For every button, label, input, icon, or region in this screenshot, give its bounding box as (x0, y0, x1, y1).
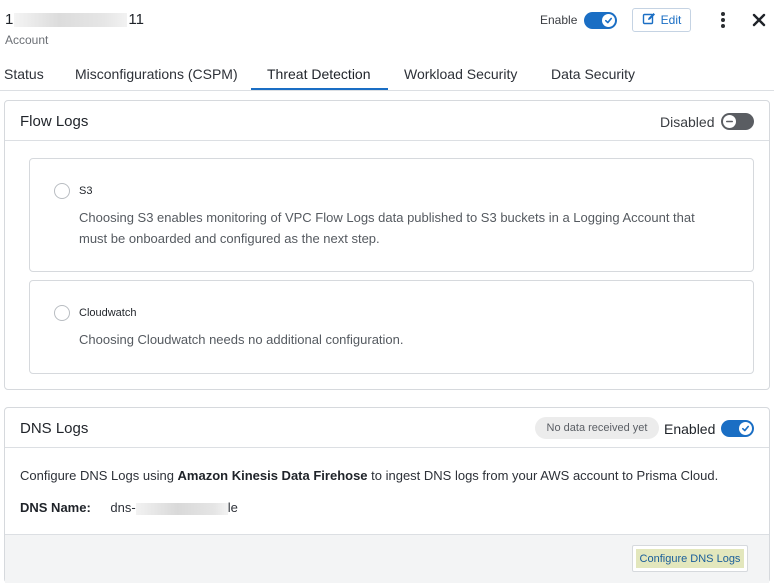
more-options-icon[interactable] (717, 10, 729, 30)
flow-logs-title: Flow Logs (20, 113, 89, 130)
flow-logs-card: Flow Logs Disabled S3 Choosing S3 enable… (4, 100, 770, 390)
tab-threat-detection[interactable]: Threat Detection (267, 66, 371, 82)
tab-bar: Status Misconfigurations (CSPM) Threat D… (0, 57, 774, 91)
account-id-suffix: 11 (128, 11, 144, 28)
toggle-check-icon (602, 14, 615, 27)
dns-desc-service: Amazon Kinesis Data Firehose (177, 468, 368, 483)
flow-logs-option-s3[interactable]: S3 Choosing S3 enables monitoring of VPC… (29, 158, 754, 272)
flow-logs-status-label: Disabled (660, 114, 715, 130)
dns-name-label: DNS Name: (20, 500, 91, 515)
toggle-minus-icon (723, 115, 736, 128)
dns-logs-card: DNS Logs No data received yet Enabled Co… (4, 407, 770, 583)
cloudwatch-option-title: Cloudwatch (79, 307, 137, 319)
tab-status[interactable]: Status (4, 66, 44, 82)
enable-label: Enable (540, 13, 578, 27)
dns-desc-prefix: Configure DNS Logs using (20, 468, 178, 483)
configure-dns-logs-button[interactable]: Configure DNS Logs (632, 545, 748, 572)
edit-button[interactable]: Edit (632, 8, 691, 32)
account-enable-toggle[interactable] (584, 12, 617, 29)
dns-name-suffix: le (227, 500, 238, 515)
redacted-dns-name (135, 502, 228, 515)
account-id-prefix: 1 (5, 11, 14, 28)
dns-logs-footer: Configure DNS Logs (5, 534, 769, 583)
edit-icon (642, 12, 656, 29)
flow-logs-header: Flow Logs Disabled (5, 101, 769, 141)
account-type-label: Account (5, 33, 49, 47)
toggle-check-icon (739, 422, 752, 435)
configure-dns-logs-label: Configure DNS Logs (636, 549, 744, 568)
account-id: 1 11 (5, 11, 144, 28)
s3-desc-line-2: must be onboarded and configured as the … (79, 231, 380, 246)
s3-radio[interactable] (54, 183, 70, 199)
dns-logs-header: DNS Logs No data received yet Enabled (5, 408, 769, 448)
dns-name-row: DNS Name: dns-le (20, 500, 238, 515)
no-data-badge: No data received yet (535, 417, 659, 439)
account-header: 1 11 Account Enable Edit (0, 0, 774, 56)
edit-button-label: Edit (660, 13, 682, 27)
dns-logs-title: DNS Logs (20, 420, 89, 437)
dns-logs-toggle[interactable] (721, 420, 754, 437)
flow-logs-toggle[interactable] (721, 113, 754, 130)
flow-logs-option-cloudwatch[interactable]: Cloudwatch Choosing Cloudwatch needs no … (29, 280, 754, 374)
dns-logs-description: Configure DNS Logs using Amazon Kinesis … (20, 468, 718, 483)
active-tab-indicator (251, 88, 388, 90)
tab-data-security[interactable]: Data Security (551, 66, 635, 82)
dns-name-prefix: dns- (110, 500, 136, 515)
close-icon[interactable] (750, 10, 768, 30)
tab-workload-security[interactable]: Workload Security (404, 66, 517, 82)
s3-desc-line-1: Choosing S3 enables monitoring of VPC Fl… (79, 210, 695, 225)
cloudwatch-option-description: Choosing Cloudwatch needs no additional … (79, 332, 404, 347)
dns-desc-suffix: to ingest DNS logs from your AWS account… (367, 468, 719, 483)
redacted-account-id (14, 12, 128, 27)
cloudwatch-radio[interactable] (54, 305, 70, 321)
tab-misconfigurations[interactable]: Misconfigurations (CSPM) (75, 66, 238, 82)
s3-option-title: S3 (79, 185, 93, 197)
s3-option-description: Choosing S3 enables monitoring of VPC Fl… (79, 207, 695, 249)
dns-logs-status-label: Enabled (664, 421, 716, 437)
